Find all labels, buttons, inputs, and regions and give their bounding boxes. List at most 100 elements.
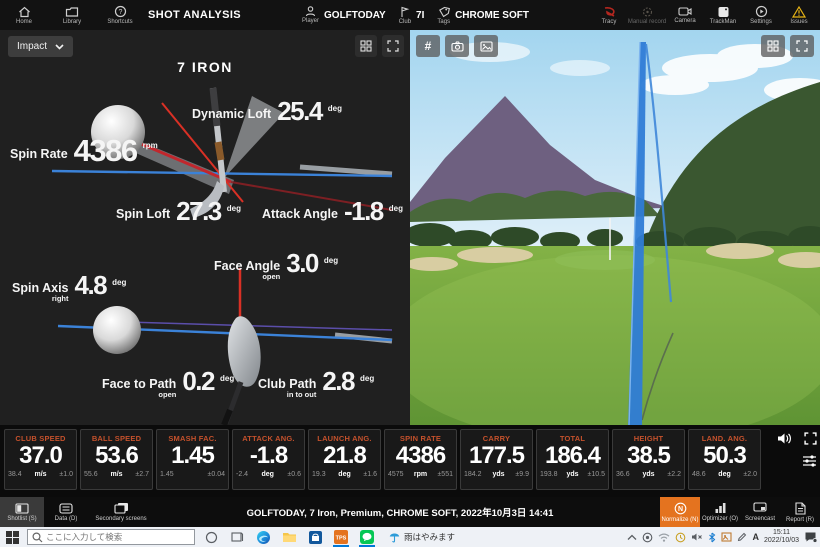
impact-panel: Impact 7 IRON xyxy=(0,30,410,425)
volume-icon[interactable] xyxy=(777,432,792,445)
tile-ball-speed[interactable]: BALL SPEED53.655.6m/s±2.7 xyxy=(80,429,153,490)
tracy-button[interactable]: Tracy xyxy=(590,6,628,25)
windows-logo-icon xyxy=(6,531,19,544)
report-icon xyxy=(795,502,806,515)
bottom-bar-actions: N Normalize (N) Optimizer (O) Screencast… xyxy=(660,497,820,527)
photo-tray-icon[interactable] xyxy=(721,532,732,542)
tile-total[interactable]: TOTAL186.4193.8yds±10.5 xyxy=(536,429,609,490)
unit: yds xyxy=(642,471,654,478)
camera-button[interactable]: Camera xyxy=(666,6,704,24)
background-image-button[interactable] xyxy=(474,35,498,57)
shortcuts-icon: ? xyxy=(114,5,127,18)
player-name: GOLFTODAY xyxy=(324,10,386,21)
normalize-button[interactable]: N Normalize (N) xyxy=(660,497,700,527)
wifi-icon[interactable] xyxy=(658,533,670,542)
tps-app-button[interactable]: TPS xyxy=(331,527,351,547)
tags-selector[interactable]: Tags CHROME SOFT xyxy=(437,6,529,25)
display-settings-icon[interactable] xyxy=(802,454,817,467)
search-input[interactable] xyxy=(46,530,191,544)
tab-data[interactable]: Data (D) xyxy=(44,497,88,527)
page-title: SHOT ANALYSIS xyxy=(148,9,241,21)
club-value: 7I xyxy=(416,10,424,21)
image-icon xyxy=(480,41,493,52)
unit: m/s xyxy=(34,471,46,478)
umbrella-icon xyxy=(389,531,400,543)
svg-text:?: ? xyxy=(118,9,122,16)
tray-record-icon[interactable] xyxy=(642,532,653,543)
tile-height[interactable]: HEIGHT38.536.6yds±2.2 xyxy=(612,429,685,490)
camera-icon xyxy=(451,41,464,52)
clock-tray-icon[interactable] xyxy=(675,532,686,543)
unit: deg xyxy=(338,471,350,478)
trackman-button[interactable]: TrackMan xyxy=(704,6,742,25)
settings-button[interactable]: Settings xyxy=(742,5,780,25)
impact-metric-spin-loft: Spin Loft 27.3 deg xyxy=(116,198,241,224)
nav-shortcuts[interactable]: ? Shortcuts xyxy=(100,5,140,25)
folder-icon xyxy=(282,531,297,543)
manual-record-button[interactable]: Manual record xyxy=(628,6,666,25)
ime-indicator[interactable]: A xyxy=(752,532,759,542)
deviation: ±2.0 xyxy=(743,471,757,478)
taskbar-search[interactable] xyxy=(27,529,195,545)
layout-grid-button[interactable] xyxy=(355,35,377,57)
fullscreen-icon[interactable] xyxy=(804,432,817,445)
top-app-bar: Home Library ? Shortcuts SHOT ANALYSIS P… xyxy=(0,0,820,30)
hash-icon: # xyxy=(425,39,432,53)
optimizer-button[interactable]: Optimizer (O) xyxy=(700,497,740,527)
tile-spin-rate[interactable]: SPIN RATE43864575rpm±551 xyxy=(384,429,457,490)
tile-club-speed[interactable]: CLUB SPEED37.038.4m/s±1.0 xyxy=(4,429,77,490)
layout-grid-button[interactable] xyxy=(761,35,785,57)
club-selector[interactable]: Club 7I xyxy=(399,6,425,25)
view-selector-dropdown[interactable]: Impact xyxy=(8,36,73,57)
bluetooth-icon[interactable] xyxy=(708,532,716,543)
session-avg: 36.6 xyxy=(616,471,630,478)
task-view-icon xyxy=(231,531,244,543)
tile-carry[interactable]: CARRY177.5184.2yds±9.9 xyxy=(460,429,533,490)
tray-expand-icon[interactable] xyxy=(627,534,637,541)
tab-shotlist[interactable]: Shotlist (S) xyxy=(0,497,44,527)
fullscreen-button[interactable] xyxy=(790,35,814,57)
start-button[interactable] xyxy=(3,528,21,546)
nav-label: Shortcuts xyxy=(107,19,132,25)
chevron-down-icon xyxy=(55,44,64,50)
impact-metric-club-path: Club Pathin to out 2.8 deg xyxy=(258,368,374,399)
nav-library[interactable]: Library xyxy=(52,6,92,25)
deviation: ±9.9 xyxy=(515,471,529,478)
windows-taskbar: TPS 雨はやみます A 15:11 2022/10/03 xyxy=(0,527,820,547)
tile-landing-angle[interactable]: LAND. ANG.50.348.6deg±2.0 xyxy=(688,429,761,490)
screencast-button[interactable]: Screencast xyxy=(740,497,780,527)
ms-store-button[interactable] xyxy=(305,527,325,547)
tile-launch-angle[interactable]: LAUNCH ANG.21.819.3deg±1.6 xyxy=(308,429,381,490)
file-explorer-button[interactable] xyxy=(279,527,299,547)
tile-smash-factor[interactable]: SMASH FAC.1.451.45±0.04 xyxy=(156,429,229,490)
taskbar-clock[interactable]: 15:11 2022/10/03 xyxy=(764,529,799,546)
tile-attack-angle[interactable]: ATTACK ANG.-1.8-2.4deg±0.6 xyxy=(232,429,305,490)
nav-home[interactable]: Home xyxy=(4,6,44,25)
session-avg: 184.2 xyxy=(464,471,482,478)
tab-secondary-screens[interactable]: Secondary screens xyxy=(88,497,154,527)
view-selector-value: Impact xyxy=(17,41,47,52)
grid-overlay-button[interactable]: # xyxy=(416,35,440,57)
action-center-icon[interactable] xyxy=(804,531,817,543)
task-view-button[interactable] xyxy=(227,527,247,547)
session-avg: 193.8 xyxy=(540,471,558,478)
deviation: ±1.6 xyxy=(363,471,377,478)
tps-app-icon: TPS xyxy=(334,530,348,544)
tracer-3d-view[interactable]: # xyxy=(410,30,820,425)
action-label: Manual record xyxy=(628,19,666,25)
line-app-button[interactable] xyxy=(357,527,377,547)
report-button[interactable]: Report (R) xyxy=(780,497,820,527)
pen-icon[interactable] xyxy=(737,532,747,542)
cortana-button[interactable] xyxy=(201,527,221,547)
line-app-icon xyxy=(360,530,374,544)
taskbar-weather[interactable]: 雨はやみます xyxy=(389,531,455,543)
volume-muted-icon[interactable] xyxy=(691,532,703,542)
fullscreen-button[interactable] xyxy=(382,35,404,57)
manual-record-icon xyxy=(641,6,654,18)
issues-button[interactable]: Issues xyxy=(780,6,818,25)
player-selector[interactable]: Player GOLFTODAY xyxy=(302,6,386,24)
player-caption: Player xyxy=(302,18,319,24)
tracy-icon xyxy=(603,6,616,18)
edge-button[interactable] xyxy=(253,527,273,547)
camera-view-button[interactable] xyxy=(445,35,469,57)
